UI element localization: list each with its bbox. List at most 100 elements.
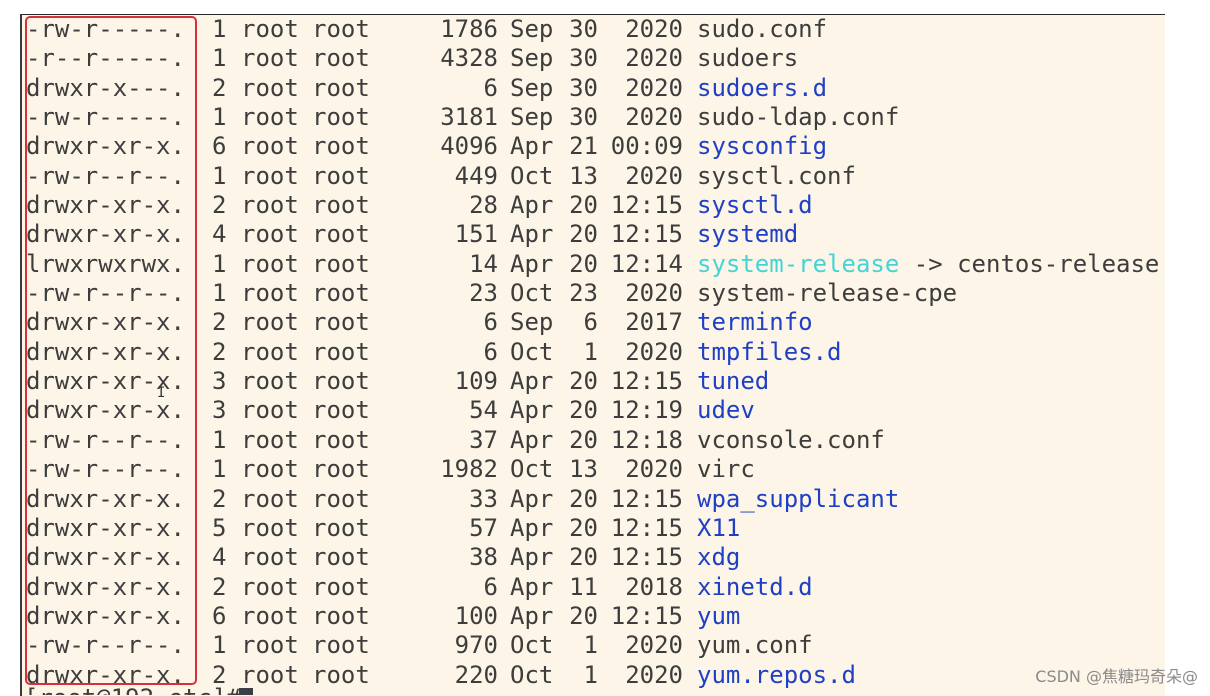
- group-name: root: [312, 15, 370, 44]
- mod-day: 20: [555, 367, 598, 396]
- group-name: root: [312, 661, 370, 690]
- file-name: sudo.conf: [697, 15, 827, 44]
- entry-name-text: xdg: [697, 543, 740, 572]
- file-size: 100: [426, 602, 498, 631]
- owner-name: root: [241, 631, 299, 660]
- file-size: 38: [426, 543, 498, 572]
- mod-day: 20: [555, 543, 598, 572]
- mod-day: 30: [555, 74, 598, 103]
- permissions-text: drwxr-x---.: [26, 74, 185, 103]
- file-name: vconsole.conf: [697, 426, 885, 455]
- file-name: sudo-ldap.conf: [697, 103, 899, 132]
- mod-day: 21: [555, 132, 598, 161]
- mod-day: 20: [555, 602, 598, 631]
- file-size: 1786: [426, 15, 498, 44]
- file-size: 54: [426, 396, 498, 425]
- link-count: 1: [212, 44, 226, 73]
- owner-name: root: [241, 132, 299, 161]
- file-name: system-release-cpe: [697, 279, 957, 308]
- owner-name: root: [241, 455, 299, 484]
- permissions-text: -rw-r-----.: [26, 15, 185, 44]
- owner-name: root: [241, 485, 299, 514]
- entry-name-text: sysconfig: [697, 132, 827, 161]
- link-count: 6: [212, 602, 226, 631]
- permissions-text: -rw-r--r--.: [26, 426, 185, 455]
- mod-month: Apr: [510, 132, 553, 161]
- entry-name-text: X11: [697, 514, 740, 543]
- file-size: 220: [426, 661, 498, 690]
- file-name: virc: [697, 455, 755, 484]
- link-count: 1: [212, 250, 226, 279]
- mod-day: 30: [555, 44, 598, 73]
- owner-name: root: [241, 543, 299, 572]
- terminal-window[interactable]: -rw-r-----.1rootroot1786Sep302020sudo.co…: [20, 14, 1165, 696]
- file-size: 6: [426, 573, 498, 602]
- file-size: 6: [426, 74, 498, 103]
- mod-day: 11: [555, 573, 598, 602]
- permissions-text: drwxr-xr-x.: [26, 514, 185, 543]
- group-name: root: [312, 514, 370, 543]
- mod-time-or-year: 12:19: [610, 396, 683, 425]
- group-name: root: [312, 162, 370, 191]
- mod-time-or-year: 12:15: [610, 485, 683, 514]
- ibeam-cursor-icon: I: [157, 385, 165, 401]
- link-count: 2: [212, 573, 226, 602]
- group-name: root: [312, 573, 370, 602]
- mod-time-or-year: 2020: [610, 338, 683, 367]
- link-count: 1: [212, 426, 226, 455]
- group-name: root: [312, 250, 370, 279]
- permissions-text: drwxr-xr-x.: [26, 220, 185, 249]
- mod-day: 20: [555, 220, 598, 249]
- mod-month: Apr: [510, 220, 553, 249]
- mod-month: Apr: [510, 250, 553, 279]
- entry-name-text: systemd: [697, 220, 798, 249]
- mod-time-or-year: 12:15: [610, 602, 683, 631]
- watermark-text: CSDN @焦糖玛奇朵@: [1035, 663, 1198, 687]
- mod-day: 6: [555, 308, 598, 337]
- permissions-text: drwxr-xr-x.: [26, 191, 185, 220]
- mod-time-or-year: 2020: [610, 661, 683, 690]
- link-count: 2: [212, 74, 226, 103]
- mod-month: Sep: [510, 44, 553, 73]
- entry-name-text: sudoers: [697, 44, 798, 73]
- mod-day: 20: [555, 485, 598, 514]
- owner-name: root: [241, 426, 299, 455]
- permissions-text: -rw-r-----.: [26, 103, 185, 132]
- mod-month: Apr: [510, 485, 553, 514]
- permissions-text: drwxr-xr-x.: [26, 573, 185, 602]
- link-count: 2: [212, 191, 226, 220]
- permissions-text: drwxr-xr-x.: [26, 308, 185, 337]
- mod-month: Apr: [510, 514, 553, 543]
- mod-time-or-year: 2020: [610, 44, 683, 73]
- permissions-text: drwxr-xr-x.: [26, 602, 185, 631]
- group-name: root: [312, 602, 370, 631]
- file-size: 37: [426, 426, 498, 455]
- mod-day: 1: [555, 631, 598, 660]
- mod-day: 20: [555, 191, 598, 220]
- group-name: root: [312, 543, 370, 572]
- mod-month: Apr: [510, 191, 553, 220]
- mod-day: 20: [555, 250, 598, 279]
- mod-month: Sep: [510, 103, 553, 132]
- group-name: root: [312, 338, 370, 367]
- link-count: 2: [212, 308, 226, 337]
- mod-day: 20: [555, 426, 598, 455]
- file-size: 4096: [426, 132, 498, 161]
- mod-month: Oct: [510, 661, 553, 690]
- link-count: 3: [212, 396, 226, 425]
- entry-name-text: vconsole.conf: [697, 426, 885, 455]
- owner-name: root: [241, 279, 299, 308]
- mod-time-or-year: 12:14: [610, 250, 683, 279]
- directory-name: terminfo: [697, 308, 813, 337]
- permissions-text: -rw-r--r--.: [26, 631, 185, 660]
- mod-time-or-year: 2020: [610, 455, 683, 484]
- entry-name-text: wpa_supplicant: [697, 485, 899, 514]
- entry-name-text: system-release: [697, 250, 899, 279]
- entry-name-text: yum.conf: [697, 631, 813, 660]
- owner-name: root: [241, 162, 299, 191]
- mod-month: Oct: [510, 162, 553, 191]
- group-name: root: [312, 74, 370, 103]
- entry-name-text: tuned: [697, 367, 769, 396]
- file-size: 28: [426, 191, 498, 220]
- mod-time-or-year: 2020: [610, 162, 683, 191]
